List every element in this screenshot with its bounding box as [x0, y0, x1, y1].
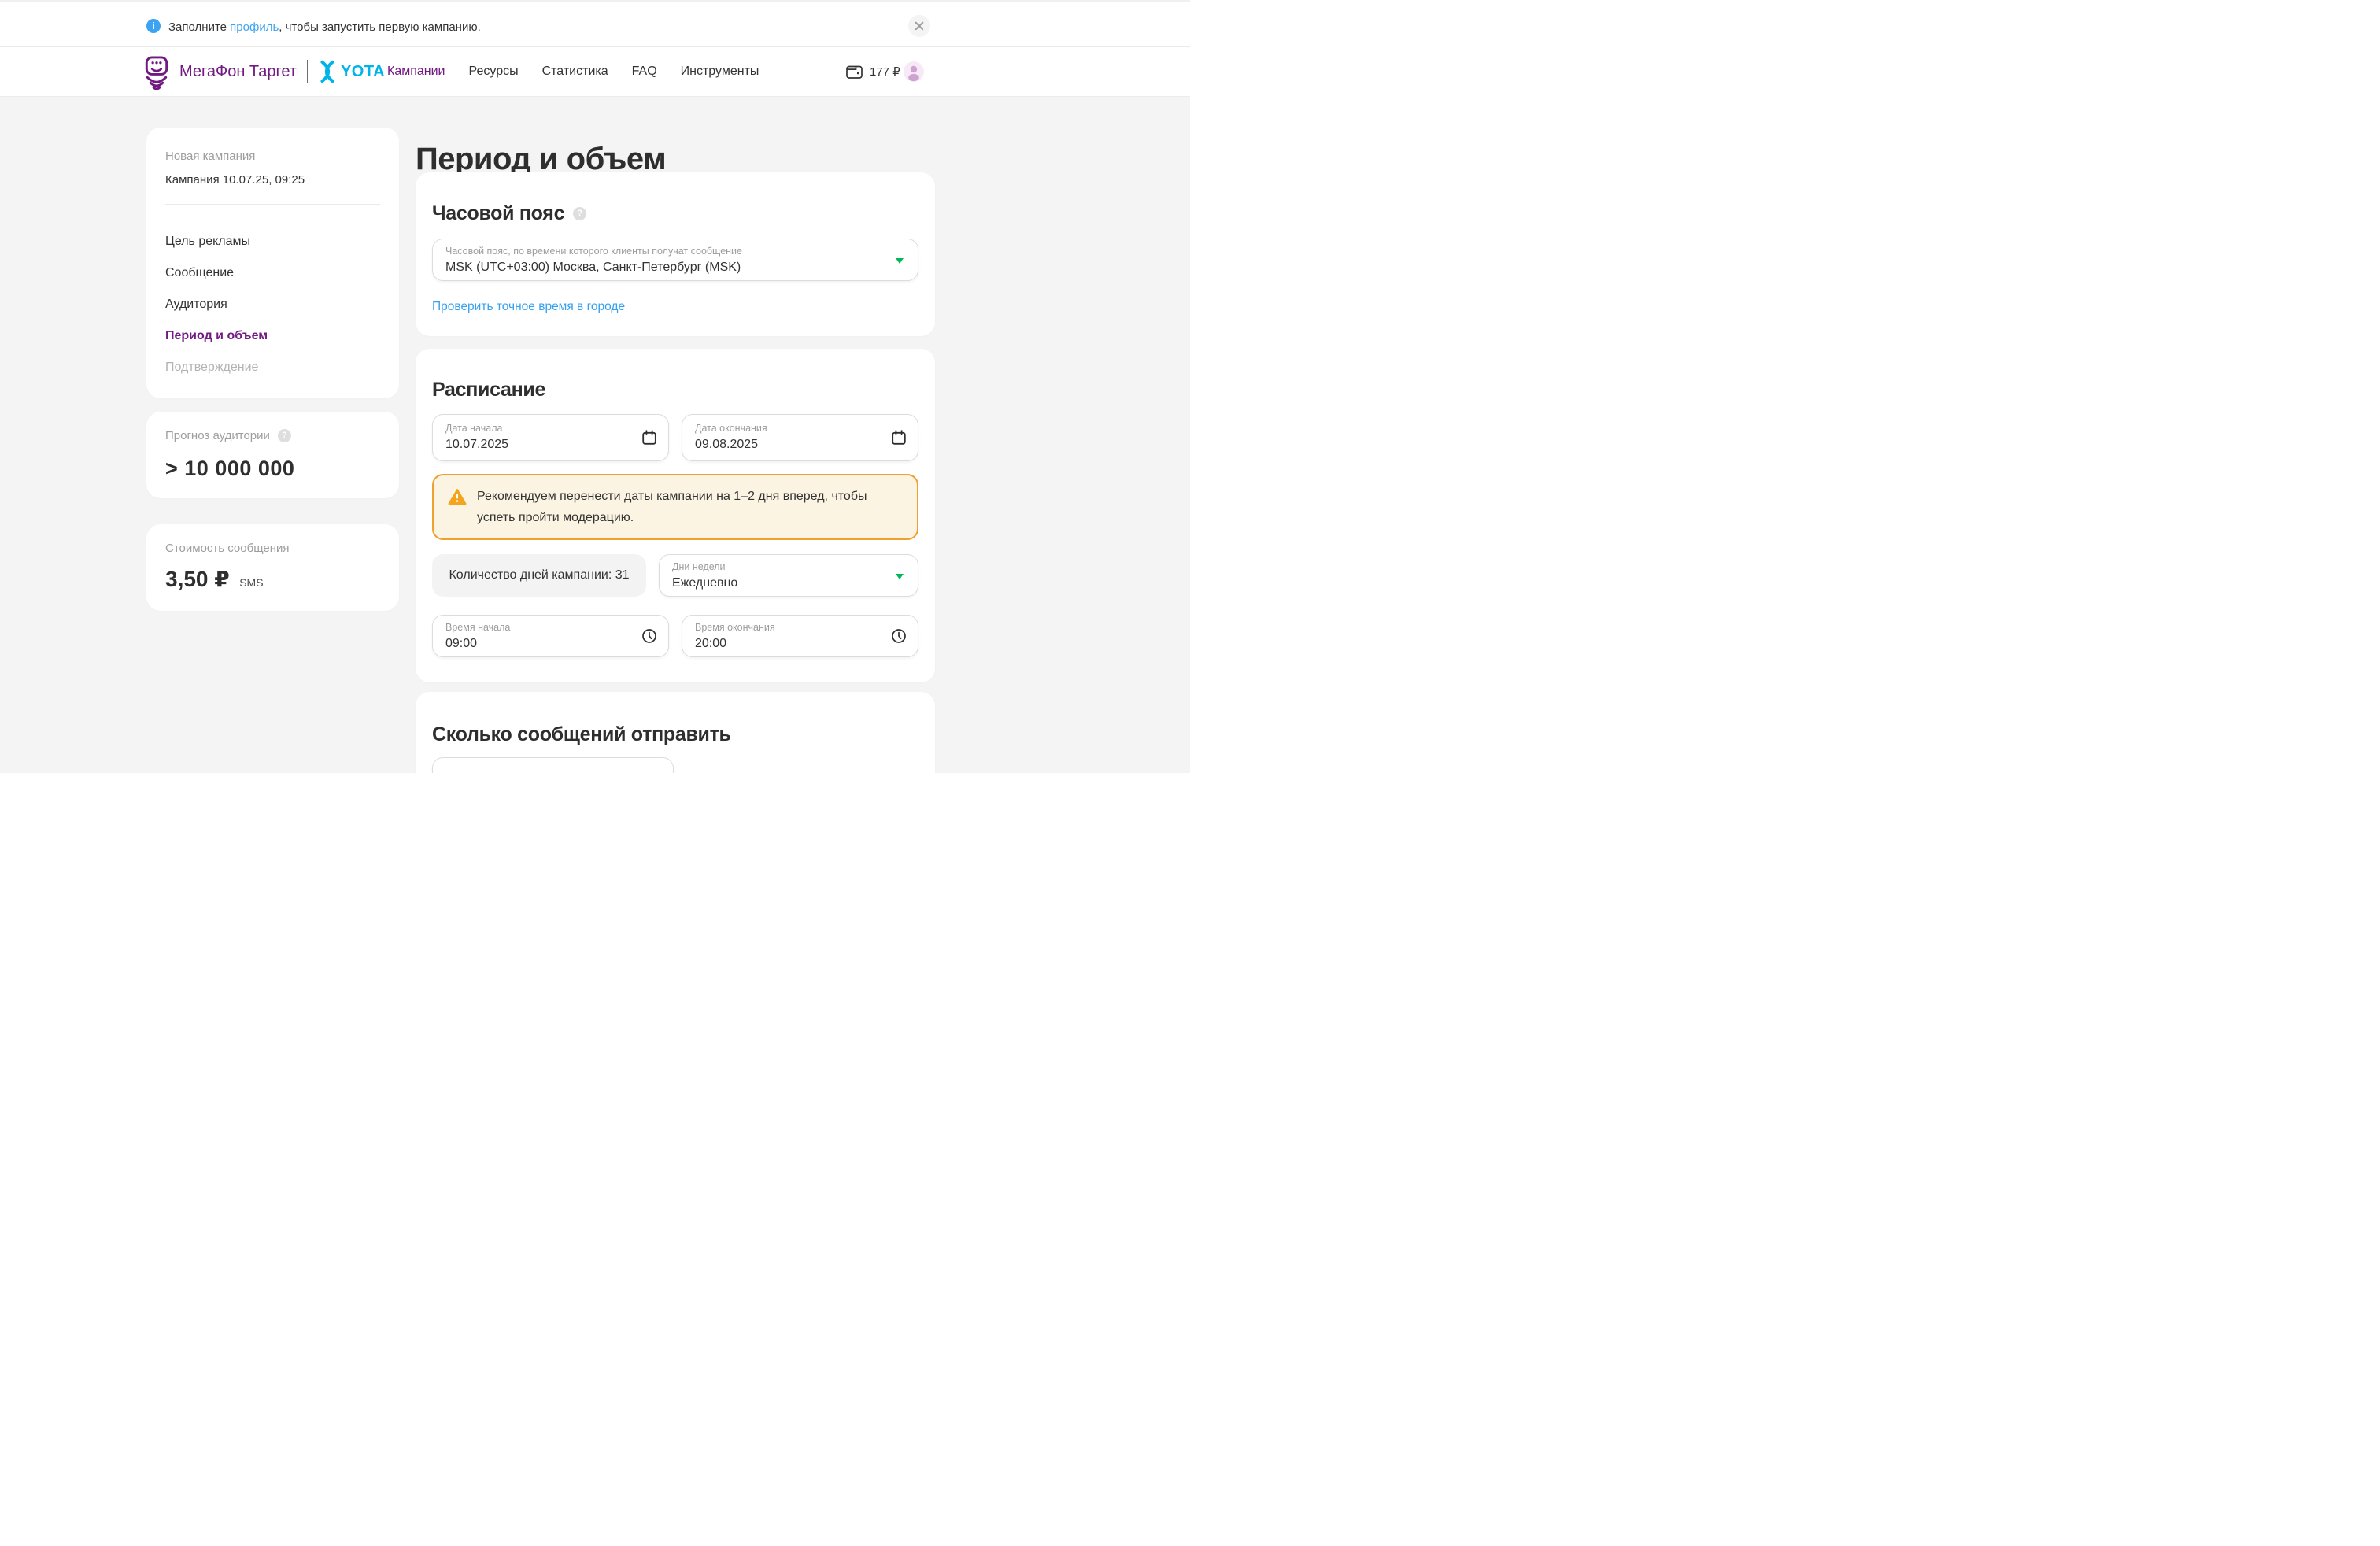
balance-amount: 177 ₽ [870, 65, 900, 79]
brand-logos[interactable]: МегаФон Таргет YOTA [141, 47, 385, 96]
forecast-label: Прогноз аудитории [165, 429, 270, 442]
schedule-heading: Расписание [432, 379, 918, 401]
step-confirmation: Подтверждение [165, 360, 380, 375]
timezone-card: Часовой пояс ? Часовой пояс, по времени … [416, 172, 935, 336]
logo-divider [307, 60, 308, 83]
nav-campaigns[interactable]: Кампании [387, 65, 445, 79]
forecast-value: > 10 000 000 [165, 457, 380, 481]
timezone-select-value: MSK (UTC+03:00) Москва, Санкт-Петербург … [445, 261, 886, 275]
calendar-icon [890, 429, 907, 446]
close-icon[interactable] [908, 15, 930, 37]
yota-logo: YOTA [318, 60, 385, 83]
clock-icon [890, 627, 907, 645]
banner-message: Заполните профиль, чтобы запустить перву… [168, 20, 481, 34]
message-volume-card: Сколько сообщений отправить [416, 692, 935, 773]
clock-icon [641, 627, 658, 645]
step-goal[interactable]: Цель рекламы [165, 234, 380, 249]
start-time-field[interactable]: Время начала 09:00 [432, 615, 669, 657]
nav-resources[interactable]: Ресурсы [469, 65, 519, 79]
yota-wordmark: YOTA [341, 63, 385, 81]
chevron-down-icon [896, 574, 904, 579]
weekdays-value: Ежедневно [672, 576, 886, 590]
main-nav: Кампании Ресурсы Статистика FAQ Инструме… [387, 47, 759, 96]
check-city-time-link[interactable]: Проверить точное время в городе [432, 300, 625, 314]
end-date-value: 09.08.2025 [695, 438, 881, 452]
start-time-value: 09:00 [445, 637, 632, 651]
user-icon [904, 61, 924, 82]
campaign-name: Кампания 10.07.25, 09:25 [165, 173, 380, 187]
schedule-card: Расписание Дата начала 10.07.2025 Дата о… [416, 349, 935, 682]
sidebar-divider [165, 204, 380, 205]
step-period-volume[interactable]: Период и объем [165, 328, 380, 343]
weekdays-label: Дни недели [672, 561, 886, 572]
wizard-steps: Цель рекламы Сообщение Аудитория Период … [165, 234, 380, 375]
campaign-days-count: Количество дней кампании: 31 [432, 554, 646, 597]
end-time-label: Время окончания [695, 622, 881, 633]
avatar[interactable] [904, 61, 924, 82]
header: МегаФон Таргет YOTA Кампании Ресурсы Ста… [0, 47, 1190, 97]
question-icon[interactable]: ? [573, 207, 586, 220]
warning-text: Рекомендуем перенести даты кампании на 1… [477, 486, 903, 528]
cost-label: Стоимость сообщения [165, 542, 380, 555]
nav-tools[interactable]: Инструменты [681, 65, 759, 79]
step-audience[interactable]: Аудитория [165, 297, 380, 312]
end-time-field[interactable]: Время окончания 20:00 [682, 615, 918, 657]
banner-text-prefix: Заполните [168, 20, 230, 34]
nav-faq[interactable]: FAQ [632, 65, 657, 79]
cost-unit: SMS [239, 576, 263, 589]
timezone-select[interactable]: Часовой пояс, по времени которого клиент… [432, 239, 918, 281]
end-date-label: Дата окончания [695, 423, 881, 434]
timezone-heading: Часовой пояс [432, 202, 564, 225]
notification-banner: i Заполните профиль, чтобы запустить пер… [0, 0, 1190, 47]
step-message[interactable]: Сообщение [165, 265, 380, 280]
calendar-icon [641, 429, 658, 446]
banner-text-suffix: , чтобы запустить первую кампанию. [279, 20, 480, 34]
yota-logo-icon [318, 60, 337, 83]
app-window: i Заполните профиль, чтобы запустить пер… [0, 0, 1190, 773]
brand-name: МегаФон Таргет [179, 63, 297, 81]
start-date-field[interactable]: Дата начала 10.07.2025 [432, 414, 669, 461]
page-content: Новая кампания Кампания 10.07.25, 09:25 … [0, 97, 1190, 773]
moderation-warning: Рекомендуем перенести даты кампании на 1… [432, 474, 918, 540]
warning-icon [448, 488, 467, 505]
start-date-value: 10.07.2025 [445, 438, 632, 452]
question-icon[interactable]: ? [278, 429, 291, 442]
nav-statistics[interactable]: Статистика [542, 65, 608, 79]
profile-link[interactable]: профиль [230, 20, 279, 34]
weekdays-select[interactable]: Дни недели Ежедневно [659, 554, 918, 597]
end-time-value: 20:00 [695, 637, 881, 651]
timezone-select-label: Часовой пояс, по времени которого клиент… [445, 246, 886, 257]
wallet-balance[interactable]: 177 ₽ [845, 47, 900, 96]
volume-heading: Сколько сообщений отправить [432, 723, 918, 746]
volume-input[interactable] [432, 757, 674, 773]
megafon-logo-icon [141, 54, 172, 90]
cost-value: 3,50 ₽ [165, 567, 230, 591]
campaign-steps-card: Новая кампания Кампания 10.07.25, 09:25 … [146, 128, 399, 398]
wallet-icon [845, 63, 863, 80]
start-time-label: Время начала [445, 622, 632, 633]
message-cost-card: Стоимость сообщения 3,50 ₽ SMS [146, 524, 399, 611]
chevron-down-icon [896, 258, 904, 264]
end-date-field[interactable]: Дата окончания 09.08.2025 [682, 414, 918, 461]
campaign-section-label: Новая кампания [165, 150, 380, 163]
info-icon: i [146, 19, 161, 33]
audience-forecast-card: Прогноз аудитории ? > 10 000 000 [146, 412, 399, 498]
start-date-label: Дата начала [445, 423, 632, 434]
